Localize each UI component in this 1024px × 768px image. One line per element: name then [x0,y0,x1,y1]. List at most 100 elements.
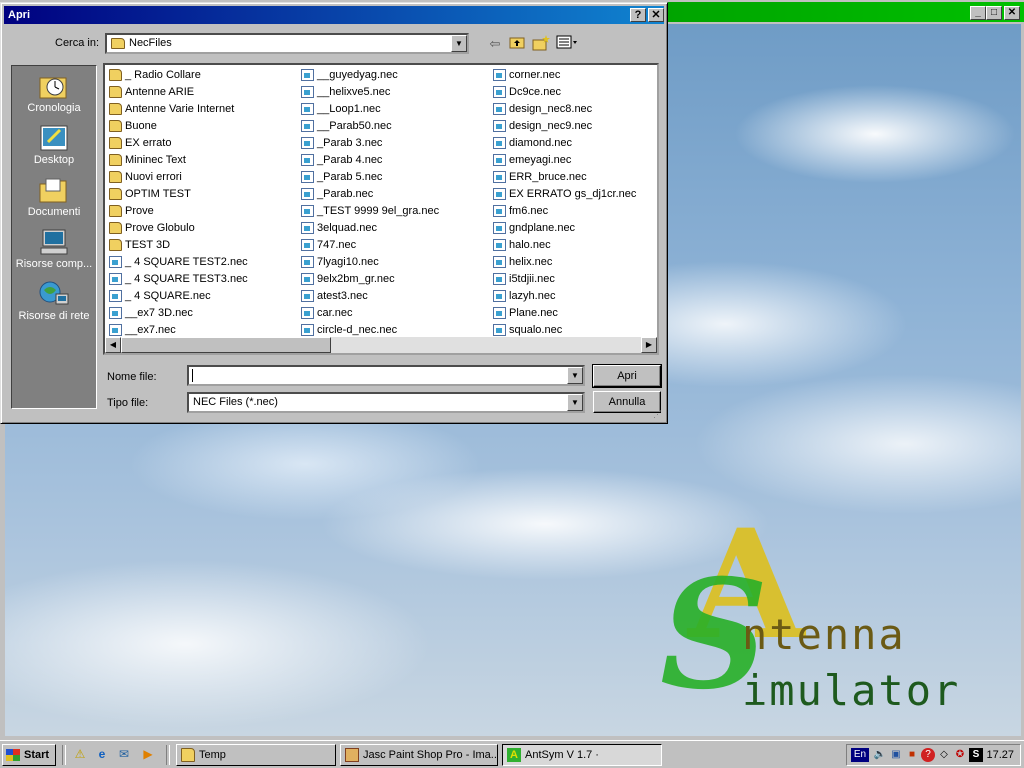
open-file-dialog: Apri ? ✕ Cerca in: NecFiles ▼ ⇦ Cronolog… [0,2,668,424]
item-label: _ 4 SQUARE TEST2.nec [125,256,248,268]
nec-file-icon [109,256,122,268]
file-item[interactable]: gndplane.nec [491,220,657,237]
acrobat-icon[interactable]: ✪ [953,748,967,762]
view-menu-icon[interactable] [555,35,579,53]
start-button[interactable]: Start [2,744,56,766]
folder-item[interactable]: _ Radio Collare [107,67,297,84]
resize-grip-icon[interactable]: ⋰ [653,409,665,421]
file-item[interactable]: 9elx2bm_gr.nec [299,271,489,288]
folder-item[interactable]: OPTIM TEST [107,186,297,203]
place-documents[interactable]: Documenti [12,176,96,218]
scroll-right-icon[interactable]: ▶ [641,337,657,353]
filetype-select[interactable]: NEC Files (*.nec) ▼ [187,392,585,413]
display-icon[interactable]: ▣ [889,748,903,762]
folder-item[interactable]: Mininec Text [107,152,297,169]
minimize-icon[interactable]: _ [970,6,986,20]
horizontal-scrollbar[interactable]: ◀ ▶ [105,337,657,353]
folder-item[interactable]: EX errato [107,135,297,152]
item-label: gndplane.nec [509,222,576,234]
file-item[interactable]: _Parab 5.nec [299,169,489,186]
volume-icon[interactable]: 🔈 [873,748,887,762]
help-button[interactable]: ? [630,8,646,22]
paint-shop-pro-icon [345,748,359,762]
filename-input[interactable]: ▼ [187,365,585,386]
file-item[interactable]: diamond.nec [491,135,657,152]
media-player-icon[interactable]: ▶ [140,746,156,762]
file-item[interactable]: corner.nec [491,67,657,84]
file-item[interactable]: emeyagi.nec [491,152,657,169]
file-item[interactable]: car.nec [299,305,489,322]
folder-item[interactable]: TEST 3D [107,237,297,254]
file-item[interactable]: _ 4 SQUARE TEST2.nec [107,254,297,271]
new-folder-icon[interactable] [531,35,551,53]
up-folder-icon[interactable] [507,35,527,53]
place-my-computer[interactable]: Risorse comp... [12,228,96,270]
maximize-icon[interactable]: □ [986,6,1002,20]
close-icon[interactable]: ✕ [1004,6,1020,20]
file-item[interactable]: Dc9ce.nec [491,84,657,101]
close-button[interactable]: ✕ [648,8,664,22]
file-item[interactable]: EX ERRATO gs_dj1cr.nec [491,186,657,203]
warning-icon[interactable]: ⚠ [72,746,88,762]
file-item[interactable]: __Loop1.nec [299,101,489,118]
folder-item[interactable]: Antenne Varie Internet [107,101,297,118]
file-item[interactable]: halo.nec [491,237,657,254]
file-item[interactable]: _Parab 4.nec [299,152,489,169]
monitor-icon[interactable]: ■ [905,748,919,762]
look-in-combo[interactable]: NecFiles ▼ [105,33,469,54]
folder-icon [109,69,122,81]
chevron-down-icon[interactable]: ▼ [451,35,467,52]
open-button[interactable]: Apri [592,364,662,388]
internet-explorer-icon[interactable]: e [94,746,110,762]
chevron-down-icon[interactable]: ▼ [567,394,583,411]
file-item[interactable]: design_nec8.nec [491,101,657,118]
nec-file-icon [301,154,314,166]
task-antsym[interactable]: A AntSym V 1.7 · [502,744,662,766]
file-item[interactable]: ERR_bruce.nec [491,169,657,186]
chevron-down-icon[interactable]: ▼ [567,367,583,384]
file-item[interactable]: _Parab.nec [299,186,489,203]
scroll-left-icon[interactable]: ◀ [105,337,121,353]
place-desktop[interactable]: Desktop [12,124,96,166]
file-item[interactable]: __ex7 3D.nec [107,305,297,322]
file-item[interactable]: _ 4 SQUARE.nec [107,288,297,305]
cancel-button[interactable]: Annulla [593,391,661,413]
file-item[interactable]: _Parab 3.nec [299,135,489,152]
file-item[interactable]: design_nec9.nec [491,118,657,135]
file-item[interactable]: Plane.nec [491,305,657,322]
file-item[interactable]: 7lyagi10.nec [299,254,489,271]
dialog-titlebar[interactable]: Apri ? ✕ [4,6,664,24]
task-temp[interactable]: Temp [176,744,336,766]
s-app-icon[interactable]: S [969,748,983,762]
scrollbar-thumb[interactable] [121,337,331,353]
task-paint-shop-pro[interactable]: Jasc Paint Shop Pro - Ima... [340,744,498,766]
folder-item[interactable]: Buone [107,118,297,135]
file-item[interactable]: _ 4 SQUARE TEST3.nec [107,271,297,288]
place-label: Cronologia [27,102,81,114]
file-item[interactable]: lazyh.nec [491,288,657,305]
folder-item[interactable]: Antenne ARIE [107,84,297,101]
place-network[interactable]: Risorse di rete [12,280,96,322]
file-item[interactable]: i5tdjii.nec [491,271,657,288]
file-item[interactable]: __guyedyag.nec [299,67,489,84]
place-history[interactable]: Cronologia [12,72,96,114]
clock[interactable]: 17.27 [986,748,1014,762]
file-item[interactable]: atest3.nec [299,288,489,305]
file-list[interactable]: _ Radio Collare Antenne ARIE Antenne Varie… [103,63,659,355]
file-item[interactable]: __Parab50.nec [299,118,489,135]
antivirus-icon[interactable]: ? [921,748,935,762]
file-item[interactable]: _TEST 9999 9el_gra.nec [299,203,489,220]
file-item[interactable]: 3elquad.nec [299,220,489,237]
file-item[interactable]: __helixve5.nec [299,84,489,101]
outlook-icon[interactable]: ✉ [116,746,132,762]
file-item[interactable]: 747.nec [299,237,489,254]
file-item[interactable]: helix.nec [491,254,657,271]
places-bar: Cronologia Desktop Documenti Risorse com… [11,65,97,409]
folder-item[interactable]: Nuovi errori [107,169,297,186]
disk-icon[interactable]: ◇ [937,748,951,762]
folder-item[interactable]: Prove Globulo [107,220,297,237]
file-item[interactable]: fm6.nec [491,203,657,220]
language-indicator[interactable]: En [851,748,869,762]
back-arrow-icon[interactable]: ⇦ [485,35,505,53]
folder-item[interactable]: Prove [107,203,297,220]
